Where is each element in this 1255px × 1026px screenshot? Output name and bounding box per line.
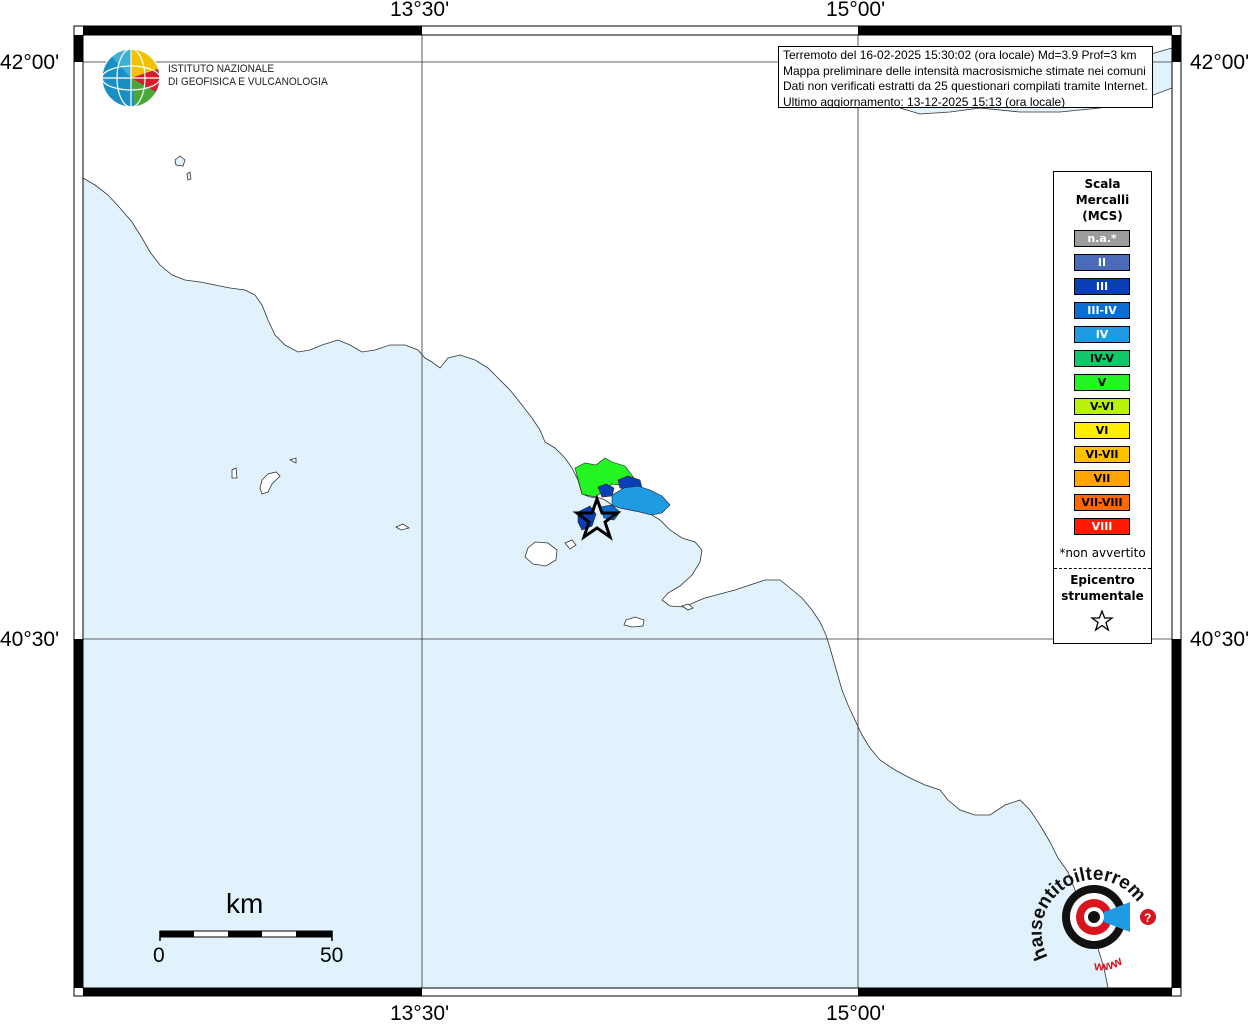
legend-item-11: VII-VIII	[1074, 494, 1130, 511]
legend-item-1: II	[1074, 254, 1130, 271]
legend-item-4: IV	[1074, 326, 1130, 343]
info-line-4: Ultimo aggiornamento: 13-12-2025 15:13 (…	[783, 94, 1066, 108]
scale-bar-min: 0	[153, 944, 165, 967]
info-line-1: Terremoto del 16-02-2025 15:30:02 (ora l…	[783, 48, 1137, 62]
legend-title-line-1: Scala	[1084, 177, 1121, 191]
lat-label-right-4200: 42°00'	[1190, 51, 1250, 74]
legend-item-9: VI-VII	[1074, 446, 1130, 463]
ingv-globe-logo	[101, 48, 161, 108]
lon-label-bottom-1500: 15°00'	[826, 1002, 886, 1025]
legend-item-12: VIII	[1074, 518, 1130, 535]
svg-text:?: ?	[1144, 911, 1151, 925]
legend-epicenter-line-1: Epicentro	[1070, 573, 1135, 587]
island-lake-2	[186, 171, 192, 181]
legend-title-line-2: Mercalli	[1075, 193, 1130, 207]
lat-label-left-4200: 42°00'	[0, 51, 60, 74]
lon-label-top-1500: 15°00'	[826, 0, 886, 21]
svg-text:www: www	[1093, 953, 1125, 974]
hsi-logo-www: www	[1093, 953, 1125, 974]
scale-bar-max: 50	[320, 944, 344, 967]
info-line-2: Mappa preliminare delle intensità macros…	[783, 63, 1146, 78]
legend-item-0: n.a.*	[1074, 230, 1130, 247]
haisentito-logo: haisentitoilterremoto.it www ?	[1030, 862, 1156, 974]
legend-item-8: VI	[1074, 422, 1130, 439]
info-line-3: Dati non verificati estratti da 25 quest…	[783, 79, 1148, 93]
island-palmarola	[231, 467, 238, 479]
legend-star-icon	[1090, 610, 1114, 632]
legend-item-3: III-IV	[1074, 302, 1130, 319]
institute-line-2: DI GEOFISICA E VULCANOLOGIA	[168, 76, 328, 88]
legend-title: Scala Mercalli (MCS)	[1054, 176, 1151, 224]
institute-name: ISTITUTO NAZIONALE DI GEOFISICA E VULCAN…	[168, 63, 328, 89]
legend-item-2: III	[1074, 278, 1130, 295]
legend-item-7: V-VI	[1074, 398, 1130, 415]
legend-epicenter-line-2: strumentale	[1061, 589, 1144, 603]
legend-separator	[1054, 568, 1151, 569]
lon-label-top-1330: 13°30'	[390, 0, 450, 21]
lat-label-right-4030: 40°30'	[1190, 628, 1250, 651]
legend-title-line-3: (MCS)	[1082, 209, 1123, 223]
scale-bar	[159, 930, 333, 941]
lon-label-bottom-1330: 13°30'	[390, 1002, 450, 1025]
legend-item-10: VII	[1074, 470, 1130, 487]
legend-epicenter-label: Epicentro strumentale	[1054, 572, 1151, 604]
legend-note: *non avvertito	[1059, 546, 1146, 560]
mcs-legend: Scala Mercalli (MCS) n.a.* II III III-IV IV I…	[1053, 171, 1152, 644]
institute-line-1: ISTITUTO NAZIONALE	[168, 63, 275, 75]
legend-item-6: V	[1074, 374, 1130, 391]
earthquake-info-box: Terremoto del 16-02-2025 15:30:02 (ora l…	[778, 46, 1153, 108]
lat-label-left-4030: 40°30'	[0, 628, 60, 651]
legend-item-5: IV-V	[1074, 350, 1130, 367]
